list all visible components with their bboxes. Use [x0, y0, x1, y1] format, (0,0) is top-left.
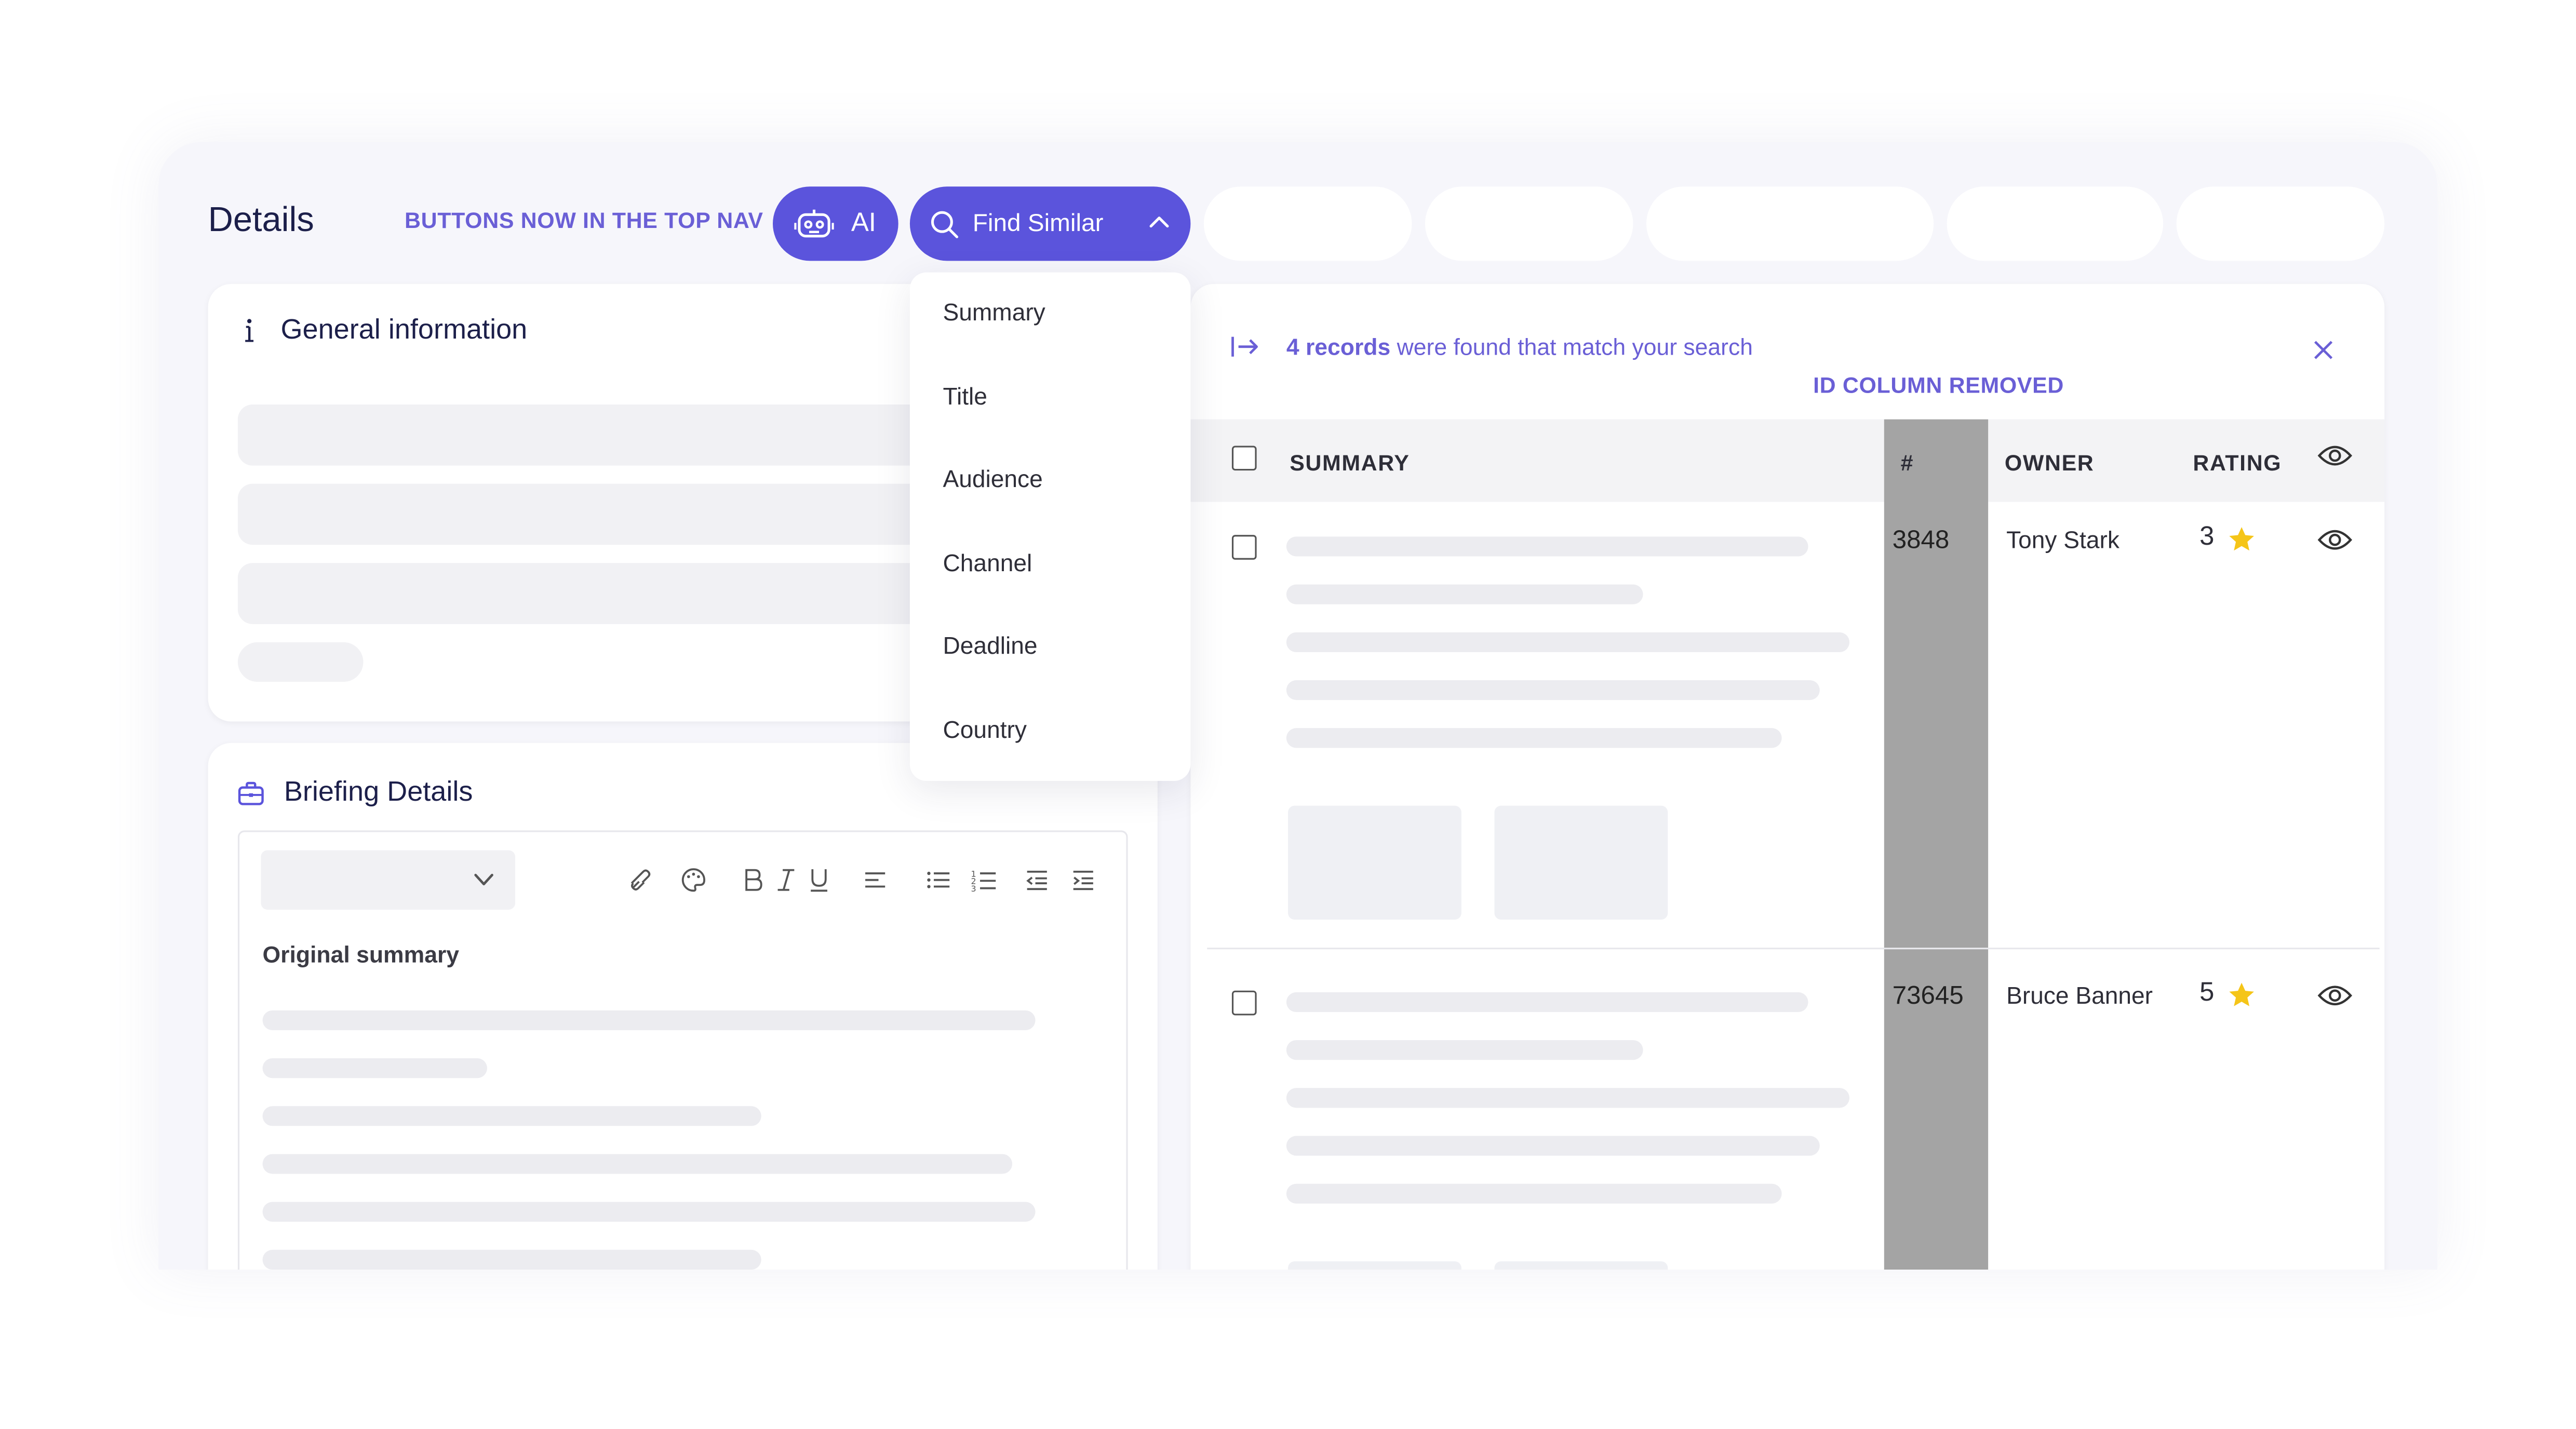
- nav-placeholder-button-4[interactable]: [1947, 186, 2164, 261]
- view-record-icon[interactable]: [2317, 527, 2353, 553]
- info-icon: [245, 319, 254, 342]
- italic-icon[interactable]: [771, 865, 801, 895]
- dropdown-item-channel[interactable]: Channel: [943, 551, 1032, 578]
- select-all-checkbox[interactable]: [1231, 446, 1257, 471]
- numbered-list-icon[interactable]: 1 2 3: [969, 865, 999, 895]
- chevron-down-icon: [474, 873, 493, 886]
- rich-text-editor[interactable]: 1 2 3 Original summary: [237, 830, 1128, 1270]
- row-checkbox[interactable]: [1231, 535, 1257, 560]
- row-rating: 3: [2199, 523, 2256, 553]
- nav-placeholder-button-3[interactable]: [1646, 186, 1934, 261]
- placeholder-text-line: [1286, 1136, 1820, 1156]
- close-icon[interactable]: [2312, 339, 2335, 362]
- row-owner: Bruce Banner: [2006, 983, 2153, 1010]
- placeholder-thumbnail: [1494, 1261, 1668, 1270]
- find-similar-dropdown: Summary Title Audience Channel Deadline …: [909, 272, 1191, 781]
- placeholder-text-line: [1286, 632, 1850, 652]
- results-count: 4 records: [1286, 333, 1391, 360]
- row-number: 3848: [1892, 527, 1950, 555]
- results-message: 4 records were found that match your sea…: [1286, 333, 1753, 360]
- placeholder-text-line: [262, 1154, 1013, 1174]
- briefcase-icon: [238, 781, 264, 805]
- annotation-top-nav: BUTTONS NOW IN THE TOP NAV: [404, 208, 763, 233]
- results-message-text: were found that match your search: [1390, 333, 1753, 360]
- dropdown-item-audience[interactable]: Audience: [943, 467, 1042, 494]
- dropdown-item-title[interactable]: Title: [943, 385, 987, 411]
- placeholder-text-line: [262, 1106, 761, 1126]
- column-rating[interactable]: RATING: [2193, 451, 2282, 476]
- bullet-list-icon[interactable]: [923, 865, 952, 895]
- align-left-icon[interactable]: [861, 865, 890, 895]
- dropdown-item-summary[interactable]: Summary: [943, 301, 1045, 327]
- column-hash[interactable]: #: [1901, 451, 1914, 476]
- search-icon: [931, 210, 959, 238]
- column-summary[interactable]: SUMMARY: [1290, 451, 1410, 476]
- annotation-id-column: ID COLUMN REMOVED: [1813, 373, 2064, 398]
- briefing-details-header: Briefing Details: [238, 776, 473, 809]
- placeholder-text-line: [1286, 680, 1820, 700]
- row-divider: [1207, 948, 2380, 950]
- placeholder-text-line: [262, 1010, 1036, 1031]
- placeholder-text-line: [1286, 584, 1643, 604]
- row-rating: 5: [2199, 979, 2256, 1008]
- star-icon: [2229, 526, 2254, 550]
- briefing-details-card: Briefing Details 1 2 3 Original summary: [208, 743, 1158, 1270]
- dropdown-item-deadline[interactable]: Deadline: [943, 634, 1037, 660]
- placeholder-text-line: [262, 1202, 1036, 1222]
- results-summary: 4 records were found that match your sea…: [1230, 333, 1753, 360]
- visibility-icon[interactable]: [2317, 442, 2353, 469]
- placeholder-thumbnail: [1288, 1261, 1461, 1270]
- ai-button[interactable]: AI: [773, 186, 898, 261]
- editor-heading: Original summary: [262, 941, 460, 968]
- details-window: Details BUTTONS NOW IN THE TOP NAV AI Fi…: [158, 142, 2437, 1270]
- search-results-panel: 4 records were found that match your sea…: [1190, 284, 2385, 1270]
- collapse-panel-icon[interactable]: [1230, 333, 1260, 360]
- underline-icon[interactable]: [804, 865, 834, 895]
- svg-text:3: 3: [971, 884, 976, 894]
- nav-placeholder-button-5[interactable]: [2176, 186, 2385, 261]
- chevron-up-icon[interactable]: [1148, 210, 1171, 233]
- find-similar-label: Find Similar: [972, 209, 1104, 238]
- indent-icon[interactable]: [1068, 865, 1098, 895]
- link-icon[interactable]: [626, 865, 655, 895]
- view-record-icon[interactable]: [2317, 982, 2353, 1009]
- row-owner: Tony Stark: [2006, 528, 2119, 555]
- palette-icon[interactable]: [679, 865, 708, 895]
- placeholder-text-line: [262, 1249, 761, 1270]
- row-checkbox[interactable]: [1231, 990, 1257, 1016]
- ai-button-label: AI: [851, 209, 876, 237]
- text-style-select[interactable]: [261, 850, 516, 910]
- placeholder-text-line: [1286, 1040, 1643, 1060]
- rating-value: 5: [2199, 979, 2215, 1007]
- placeholder-text-line: [1286, 536, 1808, 557]
- placeholder-text-line: [1286, 992, 1808, 1013]
- nav-placeholder-button-2[interactable]: [1425, 186, 1633, 261]
- placeholder-thumbnail: [1494, 805, 1668, 920]
- outdent-icon[interactable]: [1022, 865, 1052, 895]
- row-number: 73645: [1892, 982, 1964, 1010]
- general-information-header: General information: [238, 314, 527, 347]
- placeholder-chip: [237, 642, 364, 682]
- nav-placeholder-button-1[interactable]: [1203, 186, 1412, 261]
- briefing-details-title: Briefing Details: [284, 776, 473, 807]
- placeholder-text-line: [262, 1058, 487, 1079]
- dropdown-item-country[interactable]: Country: [943, 718, 1026, 745]
- rating-value: 3: [2199, 523, 2215, 551]
- find-similar-button[interactable]: Find Similar: [909, 186, 1191, 261]
- placeholder-thumbnail: [1288, 805, 1461, 920]
- star-icon: [2229, 982, 2254, 1006]
- column-owner[interactable]: OWNER: [2005, 451, 2094, 476]
- placeholder-text-line: [1286, 728, 1782, 748]
- robot-icon: [795, 209, 835, 237]
- general-information-title: General information: [280, 314, 528, 345]
- results-table-header: SUMMARY OWNER RATING: [1190, 419, 2385, 502]
- page-title: Details: [208, 201, 314, 240]
- bold-icon[interactable]: [738, 865, 768, 895]
- placeholder-text-line: [1286, 1088, 1850, 1108]
- placeholder-text-line: [1286, 1183, 1782, 1204]
